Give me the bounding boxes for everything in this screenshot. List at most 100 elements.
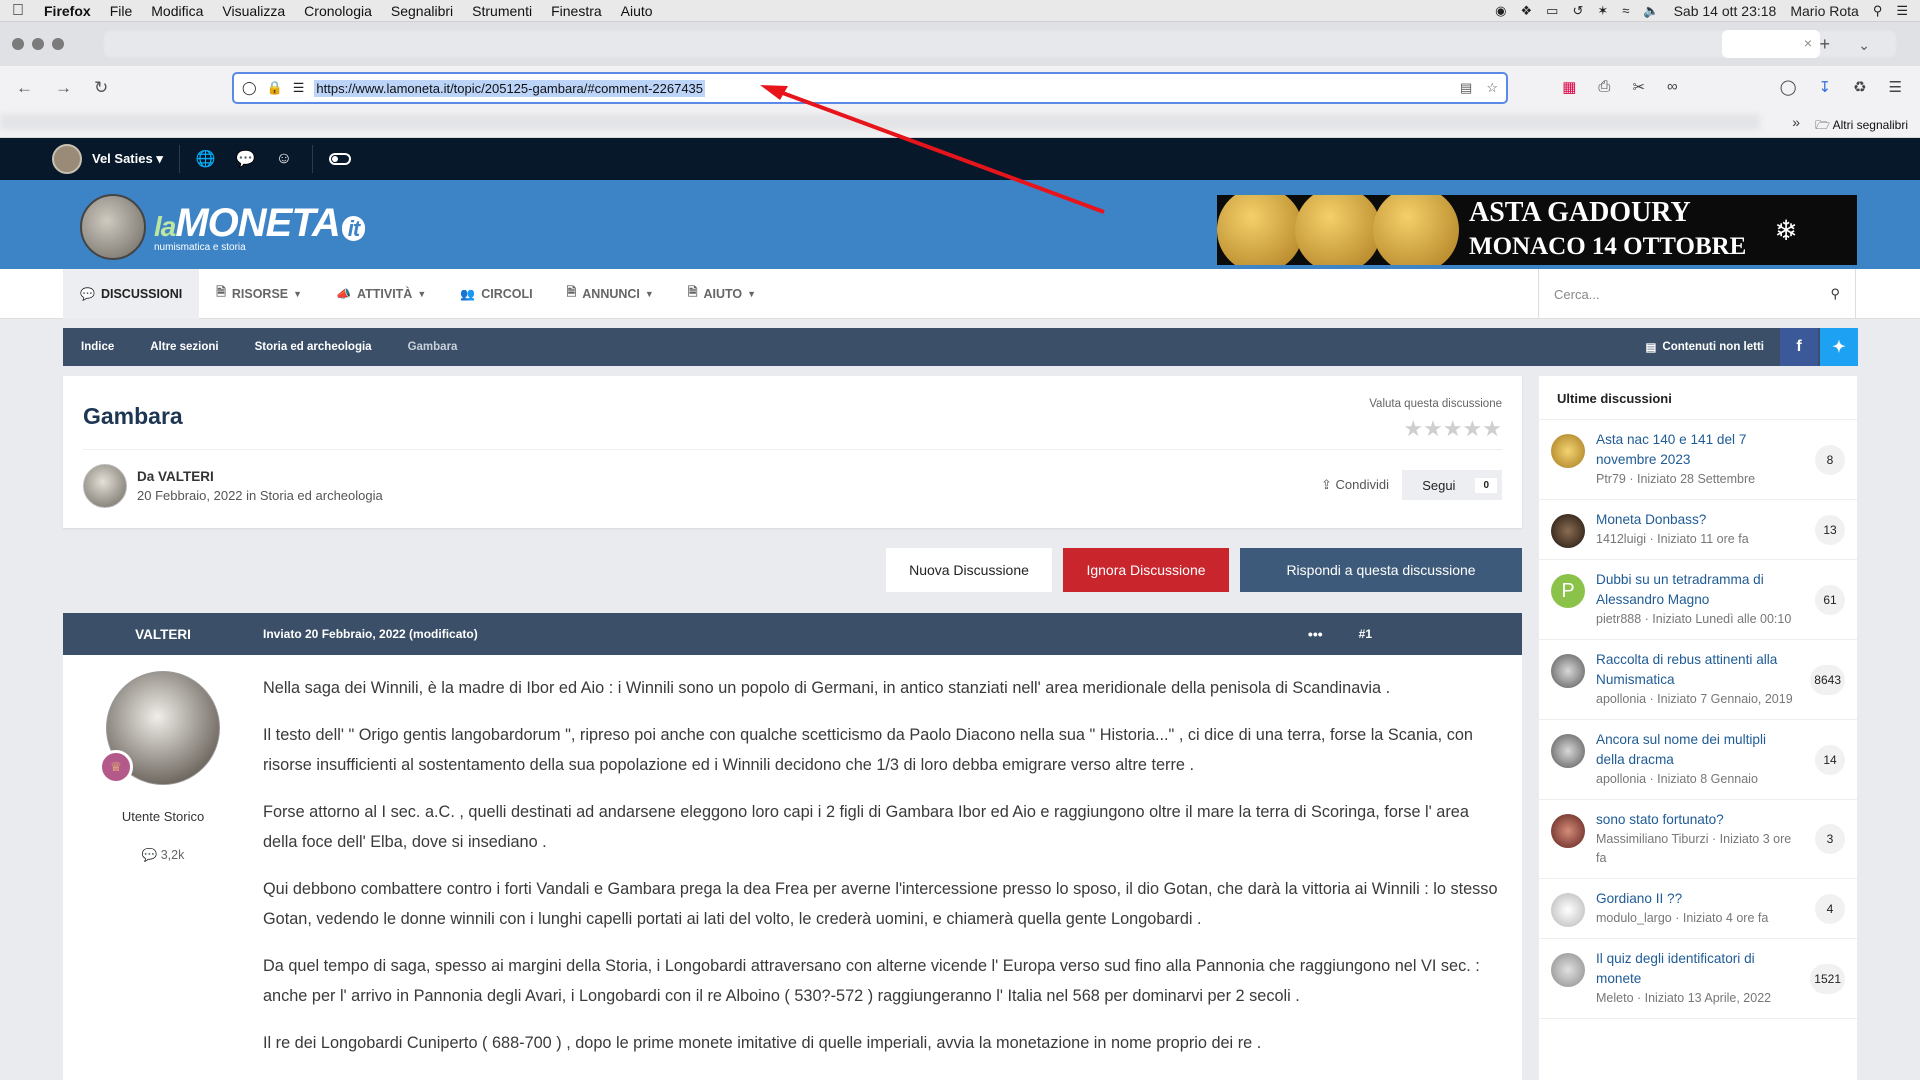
more-bookmarks-icon[interactable]: » xyxy=(1792,114,1800,130)
search-icon[interactable]: ⚲ xyxy=(1830,286,1840,302)
reader-view-icon[interactable]: ▤ xyxy=(1460,80,1472,96)
print-icon[interactable]: ⎙ xyxy=(1598,78,1610,96)
list-item[interactable]: Raccolta di rebus attinenti alla Numisma… xyxy=(1539,640,1857,720)
topic-avatar[interactable] xyxy=(1551,893,1585,927)
display-icon[interactable]: ▭ xyxy=(1546,3,1558,19)
nav-circoli[interactable]: 👥 Circoli xyxy=(443,269,549,319)
list-item[interactable]: Ancora sul nome dei multipli della dracm… xyxy=(1539,720,1857,800)
user-avatar[interactable] xyxy=(52,144,82,174)
url-bar[interactable]: ◯ 🔒 ☰ https://www.lamoneta.it/topic/2051… xyxy=(232,72,1508,104)
window-controls[interactable] xyxy=(12,38,64,50)
bookmark-star-icon[interactable]: ☆ xyxy=(1486,80,1498,96)
nav-discussioni[interactable]: 💬 Discussioni xyxy=(63,268,200,319)
list-item[interactable]: Gordiano II ?? modulo_largo · Iniziato 4 … xyxy=(1539,879,1857,939)
menu-visualizza[interactable]: Visualizza xyxy=(222,3,285,19)
facebook-icon[interactable]: f xyxy=(1780,328,1818,366)
site-logo[interactable]: laMONETA it numismatica e storia xyxy=(80,194,366,260)
pocket-icon[interactable]: ◯ xyxy=(1780,78,1797,96)
blurred-bookmarks[interactable] xyxy=(0,114,1760,130)
blurred-tabs[interactable] xyxy=(104,31,1896,57)
ad-banner[interactable]: ASTA GADOURY MONACO 14 OTTOBRE ❄ xyxy=(1217,195,1857,265)
active-tab[interactable]: × xyxy=(1722,30,1820,58)
list-item[interactable]: Asta nac 140 e 141 del 7 novembre 2023 Pt… xyxy=(1539,420,1857,500)
post-number[interactable]: #1 xyxy=(1359,627,1372,641)
topic-avatar[interactable] xyxy=(1551,734,1585,768)
new-topic-button[interactable]: Nuova Discussione xyxy=(886,548,1052,592)
back-icon[interactable]: ← xyxy=(16,78,33,98)
apple-icon[interactable]:  xyxy=(12,2,24,20)
nav-annunci[interactable]: 🗎 Annunci ▼ xyxy=(550,269,671,319)
reload-icon[interactable]: ↻ xyxy=(94,78,108,98)
topic-avatar[interactable]: P xyxy=(1551,574,1585,608)
topic-avatar[interactable] xyxy=(1551,434,1585,468)
topic-title[interactable]: Il quiz degli identificatori di monete xyxy=(1596,949,1797,989)
tab-list-chevron-icon[interactable]: ⌄ xyxy=(1858,37,1870,54)
menu-app[interactable]: Firefox xyxy=(44,3,91,19)
rating-stars[interactable]: ★★★★★ xyxy=(1369,416,1502,442)
list-item[interactable]: Il quiz degli identificatori di monete Me… xyxy=(1539,939,1857,1019)
breadcrumb-indice[interactable]: Indice xyxy=(63,328,132,366)
smile-icon[interactable]: ☺ xyxy=(276,150,292,168)
menu-icon[interactable]: ☰ xyxy=(1889,78,1902,96)
menu-segnalibri[interactable]: Segnalibri xyxy=(391,3,453,19)
topic-avatar[interactable] xyxy=(1551,953,1585,987)
clock[interactable]: Sab 14 ott 23:18 xyxy=(1674,3,1777,19)
screenshot-icon[interactable]: ✂ xyxy=(1632,78,1645,96)
messages-icon[interactable]: 💬 xyxy=(236,149,256,169)
topic-avatar[interactable] xyxy=(1551,814,1585,848)
close-tab-icon[interactable]: × xyxy=(1804,35,1812,51)
ignore-topic-button[interactable]: Ignora Discussione xyxy=(1063,548,1229,592)
post-author[interactable]: VALTERI xyxy=(63,627,263,642)
share-button[interactable]: ⇪ Condividi xyxy=(1321,477,1389,493)
url-text[interactable]: https://www.lamoneta.it/topic/205125-gam… xyxy=(314,79,706,97)
list-item[interactable]: sono stato fortunato? Massimiliano Tiburz… xyxy=(1539,800,1857,879)
time-machine-icon[interactable]: ↺ xyxy=(1572,3,1583,19)
topic-title[interactable]: sono stato fortunato? xyxy=(1596,810,1797,830)
site-search[interactable]: Cerca... ⚲ xyxy=(1538,269,1856,319)
topic-title[interactable]: Ancora sul nome dei multipli della dracm… xyxy=(1596,730,1797,770)
globe-icon[interactable]: 🌐 xyxy=(196,149,216,169)
username-menu[interactable]: Vel Saties ▾ xyxy=(92,151,163,167)
menu-file[interactable]: File xyxy=(110,3,133,19)
topic-title[interactable]: Asta nac 140 e 141 del 7 novembre 2023 xyxy=(1596,430,1797,470)
menu-strumenti[interactable]: Strumenti xyxy=(472,3,532,19)
topic-title[interactable]: Dubbi su un tetradramma di Alessandro Ma… xyxy=(1596,570,1797,610)
new-tab-icon[interactable]: + xyxy=(1819,34,1830,55)
menu-aiuto[interactable]: Aiuto xyxy=(621,3,653,19)
grid-extension-icon[interactable]: ▦ xyxy=(1562,78,1576,96)
menubar-user[interactable]: Mario Rota xyxy=(1790,3,1858,19)
wifi-icon[interactable]: ≈ xyxy=(1622,3,1629,18)
glasses-icon[interactable]: ∞ xyxy=(1667,78,1678,96)
reply-button[interactable]: Rispondi a questa discussione xyxy=(1240,548,1522,592)
volume-icon[interactable]: 🔈 xyxy=(1643,3,1659,19)
twitter-icon[interactable]: ✦ xyxy=(1820,328,1858,366)
author-name[interactable]: Da VALTERI xyxy=(137,469,383,484)
status-icon[interactable]: ◉ xyxy=(1495,3,1506,19)
shield-icon[interactable]: ◯ xyxy=(242,80,257,96)
menu-cronologia[interactable]: Cronologia xyxy=(304,3,372,19)
bluetooth-icon[interactable]: ✶ xyxy=(1597,3,1608,19)
dropbox-icon[interactable]: ❖ xyxy=(1520,3,1532,19)
list-item[interactable]: Moneta Donbass? 1412luigi · Iniziato 11 o… xyxy=(1539,500,1857,560)
topic-avatar[interactable] xyxy=(1551,654,1585,688)
topic-title[interactable]: Raccolta di rebus attinenti alla Numisma… xyxy=(1596,650,1797,690)
forward-icon[interactable]: → xyxy=(55,78,72,98)
more-options-icon[interactable]: ••• xyxy=(1308,626,1323,642)
topic-title[interactable]: Gordiano II ?? xyxy=(1596,889,1797,909)
menu-finestra[interactable]: Finestra xyxy=(551,3,602,19)
topic-avatar[interactable] xyxy=(1551,514,1585,548)
theme-toggle[interactable] xyxy=(329,153,352,165)
extensions-icon[interactable]: ♻ xyxy=(1853,78,1866,96)
permissions-icon[interactable]: ☰ xyxy=(293,80,305,96)
lock-icon[interactable]: 🔒 xyxy=(267,80,283,96)
downloads-icon[interactable]: ↧ xyxy=(1819,78,1832,96)
breadcrumb-altre-sezioni[interactable]: Altre sezioni xyxy=(132,328,236,366)
author-avatar[interactable] xyxy=(83,464,127,508)
control-center-icon[interactable]: ☰ xyxy=(1896,3,1908,19)
nav-risorse[interactable]: 🗎 Risorse ▼ xyxy=(199,269,319,319)
other-bookmarks[interactable]: 🗁 Altri segnalibri xyxy=(1815,116,1908,137)
breadcrumb-storia[interactable]: Storia ed archeologia xyxy=(237,328,390,366)
topic-title[interactable]: Moneta Donbass? xyxy=(1596,510,1797,530)
list-item[interactable]: P Dubbi su un tetradramma di Alessandro M… xyxy=(1539,560,1857,640)
menu-modifica[interactable]: Modifica xyxy=(151,3,203,19)
